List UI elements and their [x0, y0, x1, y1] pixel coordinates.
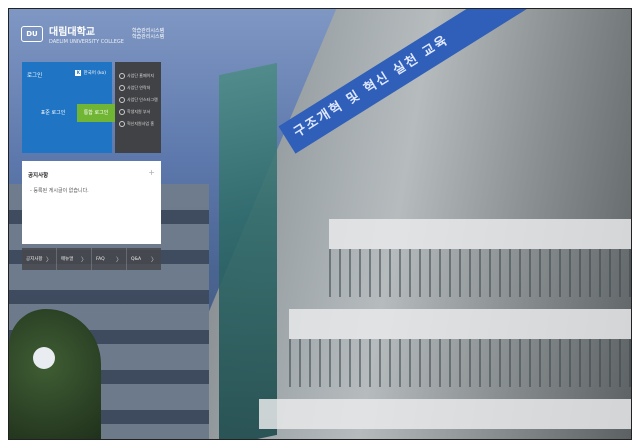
- background-floor-slab: [289, 309, 631, 339]
- language-selector[interactable]: K 한국어 (ko): [75, 70, 106, 76]
- quick-link-item[interactable]: 혁신지원사업 홈: [115, 118, 161, 130]
- quick-link-item[interactable]: 사업단 홈페이지: [115, 70, 161, 82]
- logo-subtext: DAELIM UNIVERSITY COLLEGE: [49, 39, 124, 45]
- quick-link-label: 사업단 홈페이지: [127, 73, 155, 78]
- background-tree: [9, 309, 101, 439]
- site-logo[interactable]: DU 대림대학교 DAELIM UNIVERSITY COLLEGE 학습관리시…: [21, 23, 164, 45]
- system-title-line2: 학습관리시스템: [131, 34, 165, 40]
- tab-qna[interactable]: Q&A 〉: [127, 248, 161, 270]
- tab-manual[interactable]: 매뉴얼 〉: [57, 248, 92, 270]
- notice-panel: 공지사항 + - 등록된 게시글이 없습니다.: [22, 161, 161, 244]
- circle-icon: [119, 73, 125, 79]
- quick-link-label: 혁신지원사업 홈: [127, 121, 155, 126]
- login-title: 로그인: [27, 73, 43, 79]
- standard-login-button[interactable]: 표준 로그인: [34, 104, 72, 122]
- integrated-login-button[interactable]: 통합 로그인: [77, 104, 115, 122]
- quick-link-label: 사업단 인스타그램: [127, 97, 158, 102]
- board-tabs: 공지사항 〉 매뉴얼 〉 FAQ 〉 Q&A 〉: [22, 248, 161, 270]
- chevron-right-icon: 〉: [150, 256, 157, 264]
- circle-icon: [119, 109, 125, 115]
- tab-label: 공지사항: [26, 257, 43, 262]
- tab-label: 매뉴얼: [61, 257, 74, 262]
- university-seal-icon: DU: [21, 26, 43, 42]
- more-plus-icon[interactable]: +: [148, 168, 155, 177]
- background-railing: [329, 249, 631, 297]
- page-frame: 구조개혁 및 혁신 실천 교육 DU 대림대학교 DAELIM UNIVERSI…: [8, 8, 632, 440]
- quick-link-item[interactable]: 사업단 인스타그램: [115, 94, 161, 106]
- tab-label: FAQ: [96, 256, 105, 262]
- background-lamp: [33, 347, 55, 369]
- quick-link-label: 학생지원 부서: [127, 109, 151, 114]
- chevron-right-icon: 〉: [45, 256, 52, 264]
- tab-label: Q&A: [131, 256, 142, 262]
- notice-empty-message: - 등록된 게시글이 없습니다.: [30, 188, 89, 194]
- circle-icon: [119, 97, 125, 103]
- background-floor-slab: [259, 399, 631, 429]
- circle-icon: [119, 121, 125, 127]
- background-railing: [289, 339, 631, 387]
- logo-text: 대림대학교: [49, 27, 95, 38]
- login-panel: 로그인 K 한국어 (ko) 표준 로그인 통합 로그인: [22, 62, 115, 153]
- tab-notice[interactable]: 공지사항 〉: [22, 248, 57, 270]
- background-floor-slab: [329, 219, 631, 249]
- chevron-right-icon: 〉: [115, 256, 122, 264]
- language-icon: K: [75, 70, 82, 76]
- background-glass-tower: [219, 62, 277, 439]
- quick-link-item[interactable]: 사업단 연락처: [115, 82, 161, 94]
- tab-faq[interactable]: FAQ 〉: [92, 248, 127, 270]
- chevron-right-icon: 〉: [80, 256, 87, 264]
- notice-title: 공지사항: [28, 173, 49, 179]
- language-label: 한국어 (ko): [83, 71, 106, 76]
- quick-link-item[interactable]: 학생지원 부서: [115, 106, 161, 118]
- circle-icon: [119, 85, 125, 91]
- quick-links-panel: 사업단 홈페이지 사업단 연락처 사업단 인스타그램 학생지원 부서 혁신지원사…: [115, 62, 161, 153]
- quick-link-label: 사업단 연락처: [127, 85, 151, 90]
